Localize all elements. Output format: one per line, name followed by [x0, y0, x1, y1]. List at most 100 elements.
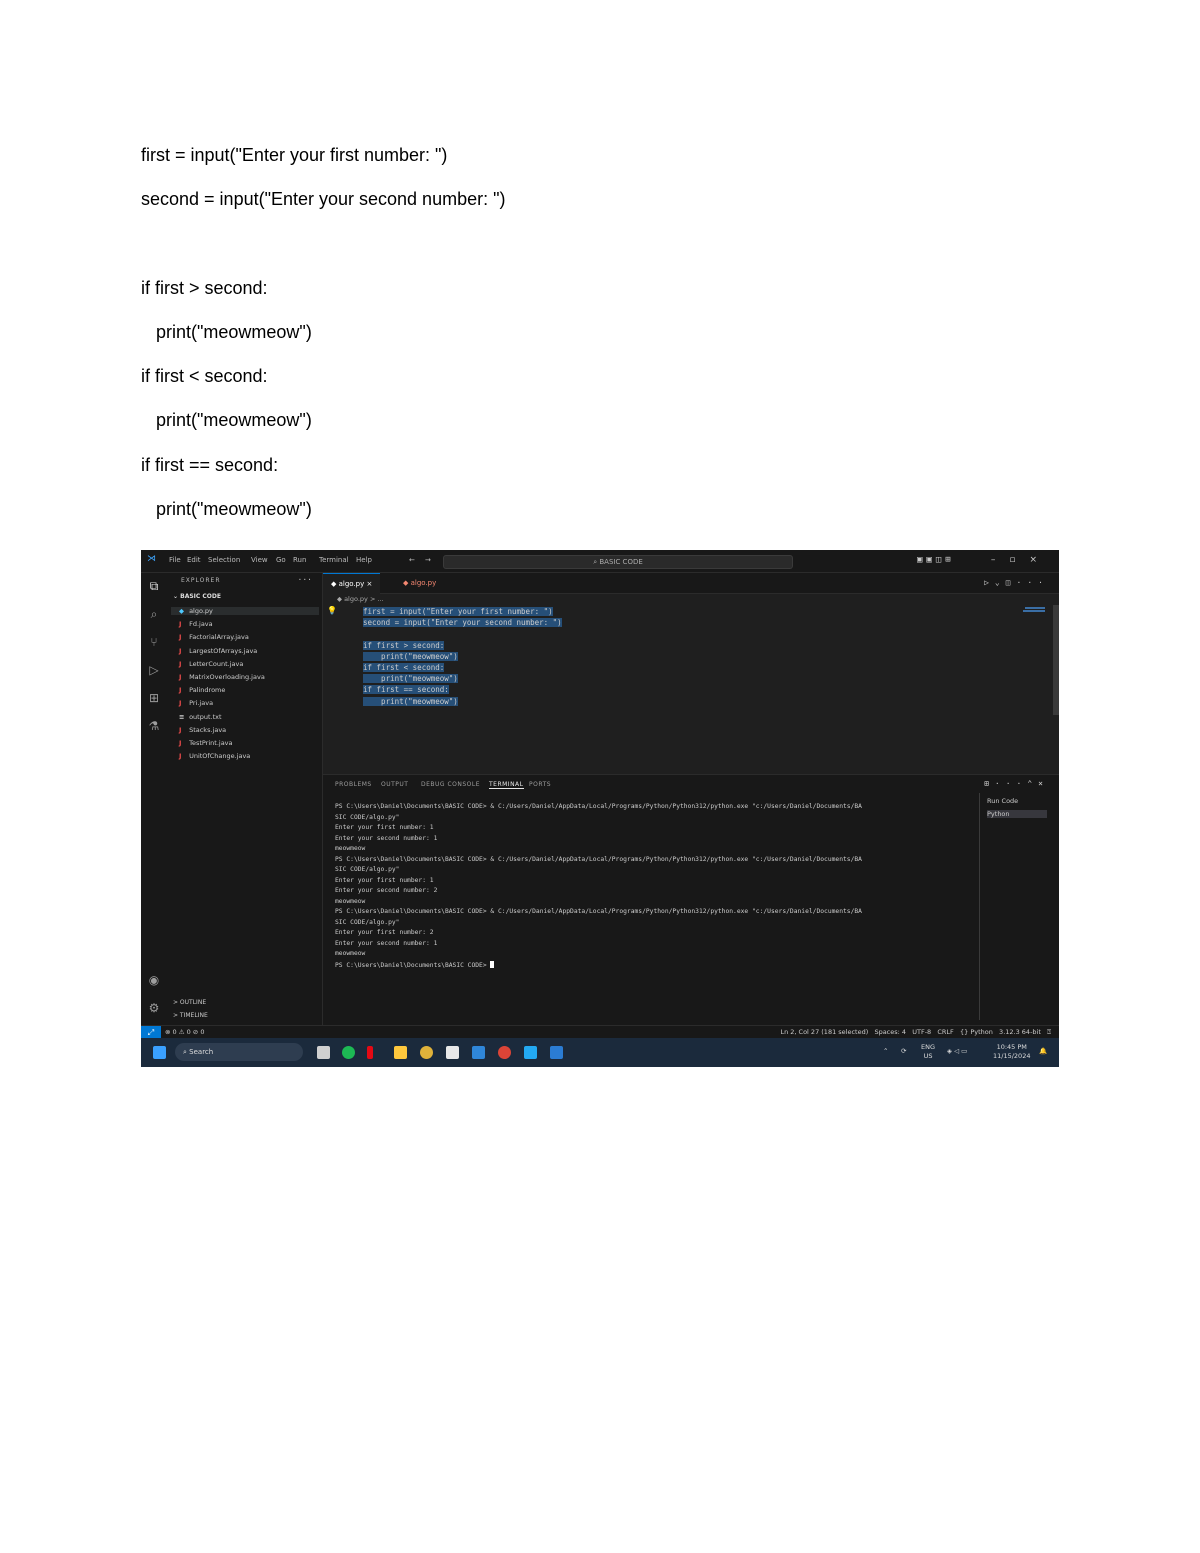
windows-taskbar: ⌕ Search ⌃ ⟳ ENG US ◈ ◁ ▭ 10:45 PM 11/15… [141, 1038, 1059, 1067]
file-item[interactable]: J FactorialArray.java [179, 633, 249, 641]
file-item[interactable]: J TestPrint.java [179, 739, 233, 747]
window-controls[interactable]: –▫× [991, 555, 1051, 565]
layout-toggle-icons[interactable]: ▣▣◫⊞ [917, 555, 955, 565]
chrome-icon-2[interactable] [498, 1046, 511, 1059]
taskbar-search[interactable]: ⌕ Search [175, 1043, 303, 1061]
menu-run[interactable]: Run [293, 556, 306, 564]
terminal-line-text: meowmeow [335, 845, 366, 852]
minimap[interactable] [997, 605, 1053, 773]
account-icon[interactable]: ◉ [147, 973, 161, 987]
code-line: print("meowmeow") [363, 674, 458, 684]
terminal-line-text: meowmeow [335, 897, 366, 905]
doc-line-2: second = input("Enter your second number… [141, 189, 506, 209]
doc-line-8: print("meowmeow") [156, 499, 312, 519]
explorer-icon[interactable]: ⧉ [147, 579, 161, 593]
menu-edit[interactable]: Edit [187, 556, 201, 564]
panel-tab-debug-console[interactable]: DEBUG CONSOLE [421, 781, 480, 788]
code-line-text: print("meowmeow") [363, 674, 458, 684]
forward-arrow-icon[interactable]: → [425, 556, 431, 564]
terminal-divider[interactable] [979, 793, 980, 1020]
status-bar: ⤢ ⊗ 0 ⚠ 0 ⊘ 0 Ln 2, Col 27 (181 selected… [141, 1025, 1059, 1039]
tab-algo-py[interactable]: ◆ algo.py × [323, 573, 381, 594]
file-item[interactable]: ≡ output.txt [179, 713, 222, 721]
settings-gear-icon[interactable]: ⚙ [147, 1001, 161, 1015]
tab-algo-py-2[interactable]: ◆ algo.py [395, 573, 444, 593]
terminal-list-run-code[interactable]: Run Code [987, 797, 1018, 805]
back-arrow-icon[interactable]: ← [409, 556, 415, 564]
terminal-line: SIC CODE/algo.py" [335, 866, 399, 873]
network-volume-icons[interactable]: ◈ ◁ ▭ [947, 1047, 967, 1056]
doc-line-4: print("meowmeow") [156, 322, 312, 342]
command-center-search[interactable]: ⌕ BASIC CODE [443, 555, 793, 569]
clock[interactable]: 10:45 PM 11/15/2024 [993, 1043, 1030, 1061]
code-line: if first < second: [363, 663, 445, 672]
terminal-line: Enter your first number: 1 [335, 824, 434, 831]
terminal-line-text: Enter your first number: 1 [335, 824, 434, 831]
panel-tab-problems[interactable]: PROBLEMS [335, 781, 372, 788]
testing-icon[interactable]: ⚗ [147, 719, 161, 733]
word-icon[interactable] [550, 1046, 563, 1059]
file-name: output.txt [189, 712, 222, 721]
file-item[interactable]: J Fd.java [179, 620, 213, 628]
tray-chevron-icon[interactable]: ⌃ [883, 1047, 888, 1056]
file-item[interactable]: J LargestOfArrays.java [179, 647, 257, 655]
doc-line-6: print("meowmeow") [156, 410, 312, 430]
activity-bar: ⧉ ⌕ ⑂ ▷ ⊞ ⚗ ◉ ⚙ [141, 573, 167, 1025]
language-indicator[interactable]: ENG US [921, 1043, 935, 1061]
code-line-text: if first < second: [363, 663, 445, 672]
file-explorer-icon[interactable] [394, 1046, 407, 1059]
code-line: second = input("Enter your second number… [363, 618, 562, 628]
terminal-line: Enter your second number: 2 [335, 887, 437, 894]
netflix-icon[interactable] [367, 1046, 373, 1059]
notepad-icon[interactable] [446, 1046, 459, 1059]
run-file-icon[interactable]: ▷⌄◫··· [984, 578, 1049, 587]
status-right-info[interactable]: Ln 2, Col 27 (181 selected) Spaces: 4 UT… [780, 1028, 1051, 1037]
file-name: Palindrome [189, 686, 226, 695]
run-debug-icon[interactable]: ▷ [147, 663, 161, 677]
panel-tab-terminal[interactable]: TERMINAL [489, 781, 524, 789]
notification-icon[interactable]: 🔔 [1039, 1047, 1047, 1056]
code-editor[interactable]: 💡 1first = input("Enter your first numbe… [323, 605, 1059, 773]
file-item[interactable]: J MatrixOverloading.java [179, 673, 265, 681]
status-problems[interactable]: ⊗ 0 ⚠ 0 ⊘ 0 [165, 1028, 204, 1036]
timeline-section[interactable]: > TIMELINE [173, 1012, 208, 1019]
folder-name: BASIC CODE [180, 593, 221, 600]
panel-tab-output[interactable]: OUTPUT [381, 781, 408, 788]
menu-view[interactable]: View [251, 556, 268, 564]
spotify-icon[interactable] [342, 1046, 355, 1059]
file-item[interactable]: J Pri.java [179, 699, 213, 707]
title-bar: ⋊ File Edit Selection View Go Run Termin… [141, 550, 1059, 573]
file-item[interactable]: J UnitOfChange.java [179, 752, 250, 760]
tab-label: ◆ algo.py × [331, 580, 373, 588]
menu-file[interactable]: File [169, 556, 181, 564]
file-item[interactable]: J LetterCount.java [179, 660, 243, 668]
file-item[interactable]: ◆ algo.py [171, 607, 319, 615]
vscode-taskbar-icon[interactable] [524, 1046, 537, 1059]
outlook-icon[interactable] [472, 1046, 485, 1059]
vscode-logo-icon: ⋊ [147, 554, 156, 564]
chrome-icon[interactable] [420, 1046, 433, 1059]
vscode-screenshot: ⋊ File Edit Selection View Go Run Termin… [141, 550, 1059, 1067]
file-name: LetterCount.java [189, 659, 244, 668]
file-item[interactable]: J Palindrome [179, 686, 225, 694]
editor-scrollbar[interactable] [1053, 605, 1059, 715]
lightbulb-icon[interactable]: 💡 [327, 606, 337, 615]
terminal-line: meowmeow [335, 845, 365, 852]
source-control-icon[interactable]: ⑂ [147, 635, 161, 649]
menu-terminal[interactable]: Terminal [319, 556, 349, 564]
more-actions-icon[interactable]: ··· [298, 575, 312, 584]
folder-basic-code[interactable]: ⌄ BASIC CODE [173, 593, 221, 600]
terminal-list-python[interactable]: Python [987, 810, 1047, 818]
panel-tab-ports[interactable]: PORTS [529, 781, 551, 788]
panel-actions-icons[interactable]: ⊞···⌃× [984, 779, 1049, 788]
search-icon[interactable]: ⌕ [147, 607, 161, 621]
file-item[interactable]: J Stacks.java [179, 726, 226, 734]
task-view-icon[interactable] [317, 1046, 330, 1059]
menu-selection[interactable]: Selection [208, 556, 240, 564]
menu-go[interactable]: Go [276, 556, 286, 564]
windows-start-icon[interactable] [153, 1046, 166, 1059]
extensions-icon[interactable]: ⊞ [147, 691, 161, 705]
menu-help[interactable]: Help [356, 556, 372, 564]
tray-app-icon[interactable]: ⟳ [901, 1047, 906, 1056]
outline-section[interactable]: > OUTLINE [173, 999, 206, 1006]
